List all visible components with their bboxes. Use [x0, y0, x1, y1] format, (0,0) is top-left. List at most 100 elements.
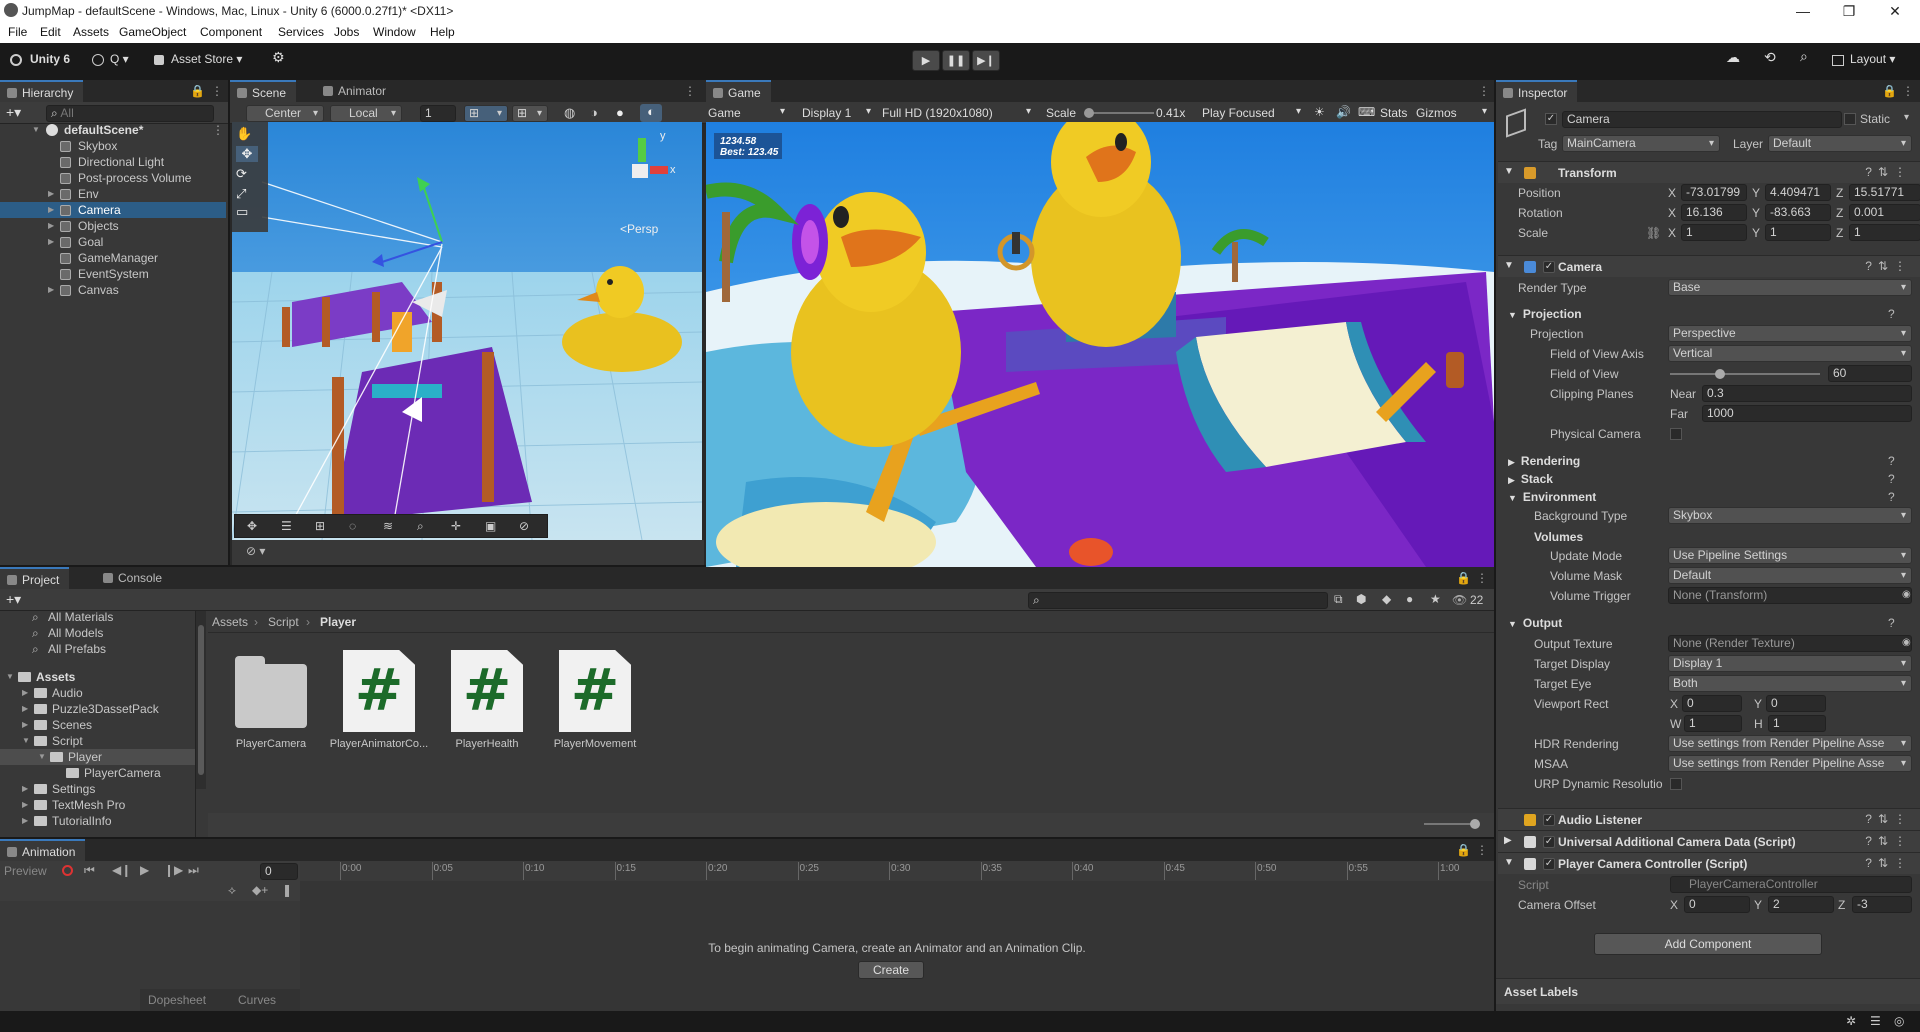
- gizmo-y-axis[interactable]: [638, 138, 646, 162]
- scene-more-icon[interactable]: ⋮: [684, 84, 696, 98]
- record-icon[interactable]: [62, 865, 73, 876]
- shortcuts-icon[interactable]: ⌨: [1358, 105, 1375, 119]
- debug-icon[interactable]: ✲: [1846, 1014, 1856, 1028]
- offset-x-field[interactable]: 0: [1684, 896, 1750, 913]
- unity-version-button[interactable]: Unity 6: [30, 52, 70, 66]
- expand-arrow-icon[interactable]: ▶: [48, 282, 54, 298]
- account-icon[interactable]: [92, 54, 104, 66]
- viewport-x-field[interactable]: 0: [1682, 695, 1742, 712]
- scale-slider-handle[interactable]: [1084, 108, 1094, 118]
- resolution-dropdown[interactable]: Full HD (1920x1080): [882, 106, 993, 120]
- hierarchy-item[interactable]: ▶ Camera: [0, 202, 226, 218]
- player-camera-header[interactable]: ▼ ✓ Player Camera Controller (Script) ?⇅…: [1498, 852, 1920, 874]
- breadcrumb-script[interactable]: Script: [268, 615, 299, 629]
- favorite-item[interactable]: ⌕ All Models: [0, 625, 195, 641]
- favorite-item[interactable]: ⌕ All Materials: [0, 611, 195, 625]
- component-actions-icon[interactable]: ?⇅⋮: [1865, 834, 1912, 848]
- animation-more-icon[interactable]: ⋮: [1476, 843, 1488, 857]
- fold-arrow-icon[interactable]: ▼: [1508, 619, 1517, 629]
- overlay-move-icon[interactable]: ✥: [247, 519, 257, 533]
- mute-audio-icon[interactable]: ☀: [1314, 105, 1325, 119]
- close-button[interactable]: ✕: [1872, 0, 1918, 22]
- asset-playercamera-folder[interactable]: PlayerCamera: [216, 650, 326, 750]
- perspective-label[interactable]: <Persp: [620, 222, 658, 236]
- urp-camera-data-checkbox[interactable]: ✓: [1543, 836, 1555, 848]
- rect-tool-icon[interactable]: ▭: [236, 204, 248, 220]
- scene-menu-icon[interactable]: ⋮: [212, 122, 224, 138]
- play-focused-dropdown[interactable]: Play Focused: [1202, 106, 1275, 120]
- menu-assets[interactable]: Assets: [73, 25, 109, 39]
- help-icon[interactable]: ?: [1888, 472, 1895, 486]
- viewport-w-field[interactable]: 1: [1684, 715, 1742, 732]
- position-z-field[interactable]: 15.51771: [1849, 184, 1920, 201]
- pause-button[interactable]: ❚❚: [942, 50, 970, 71]
- project-lock-icon[interactable]: 🔒: [1456, 571, 1471, 585]
- environment-section[interactable]: ▼ Environment?: [1508, 490, 1895, 504]
- scene-row[interactable]: ▼ defaultScene* ⋮: [0, 122, 226, 138]
- viewport-y-field[interactable]: 0: [1766, 695, 1826, 712]
- urp-dynamic-resolution-checkbox[interactable]: [1670, 778, 1682, 790]
- rotation-z-field[interactable]: 0.001: [1849, 204, 1920, 221]
- play-button[interactable]: ▶: [912, 50, 940, 71]
- overlay-settings-icon[interactable]: ☰: [281, 519, 292, 533]
- tab-project[interactable]: Project: [0, 567, 70, 589]
- progress-icon[interactable]: ☰: [1870, 1014, 1881, 1028]
- favorite-item[interactable]: ⌕ All Prefabs: [0, 641, 195, 657]
- link-icon[interactable]: ⛓: [1646, 226, 1661, 240]
- position-y-field[interactable]: 4.409471: [1765, 184, 1831, 201]
- render-type-dropdown[interactable]: Base: [1668, 279, 1912, 296]
- volume-mask-dropdown[interactable]: Default: [1668, 567, 1912, 584]
- space-dropdown[interactable]: Local: [330, 105, 402, 122]
- fov-axis-dropdown[interactable]: Vertical: [1668, 345, 1912, 362]
- favorite-icon[interactable]: ★: [1430, 592, 1441, 606]
- expand-arrow-icon[interactable]: ▼: [6, 669, 14, 685]
- project-tree-item[interactable]: ▶ Scenes: [0, 717, 195, 733]
- active-checkbox[interactable]: ✓: [1545, 113, 1557, 125]
- component-actions-icon[interactable]: ?⇅⋮: [1865, 259, 1912, 273]
- fold-arrow-icon[interactable]: ▶: [1508, 457, 1515, 467]
- target-eye-dropdown[interactable]: Both: [1668, 675, 1912, 692]
- overlay-grid-icon[interactable]: ⊞: [315, 519, 325, 533]
- msaa-dropdown[interactable]: Use settings from Render Pipeline Asse: [1668, 755, 1912, 772]
- help-icon[interactable]: ?: [1888, 490, 1895, 504]
- expand-arrow-icon[interactable]: ▶: [22, 797, 28, 813]
- stack-section[interactable]: ▶ Stack?: [1508, 472, 1895, 486]
- minimize-button[interactable]: —: [1780, 0, 1826, 22]
- fold-arrow-icon[interactable]: ▼: [1504, 260, 1514, 271]
- menu-component[interactable]: Component: [200, 25, 262, 39]
- project-tree-item[interactable]: ▶ Settings: [0, 781, 195, 797]
- offset-z-field[interactable]: -3: [1852, 896, 1912, 913]
- preview-button[interactable]: Preview: [4, 864, 47, 878]
- fov-field[interactable]: 60: [1828, 365, 1912, 382]
- add-event-icon[interactable]: ❚: [282, 883, 292, 897]
- cloud-gear-icon[interactable]: ⚙: [272, 49, 285, 66]
- project-tree-item[interactable]: ▼ Script: [0, 733, 195, 749]
- tab-animator[interactable]: Animator: [316, 80, 396, 102]
- game-viewport[interactable]: 1234.58 Best: 123.45: [706, 122, 1494, 567]
- help-icon[interactable]: ?: [1888, 616, 1895, 630]
- inspector-lock-icon[interactable]: 🔒: [1882, 84, 1897, 98]
- hierarchy-item[interactable]: Post-process Volume: [0, 170, 226, 186]
- icon-size-slider-handle[interactable]: [1470, 819, 1480, 829]
- tab-hierarchy[interactable]: Hierarchy: [0, 80, 84, 102]
- breadcrumb-player[interactable]: Player: [320, 615, 356, 629]
- search-by-type-icon[interactable]: ⧉: [1334, 592, 1343, 607]
- project-tree-item[interactable]: ▶ TutorialInfo: [0, 813, 195, 829]
- update-mode-dropdown[interactable]: Use Pipeline Settings: [1668, 547, 1912, 564]
- static-checkbox[interactable]: [1844, 113, 1856, 125]
- fold-arrow-icon[interactable]: ▶: [1504, 835, 1512, 846]
- gizmo-x-axis[interactable]: [650, 166, 668, 174]
- pivot-dropdown[interactable]: Center: [246, 105, 324, 122]
- expand-arrow-icon[interactable]: ▶: [22, 781, 28, 797]
- transform-header[interactable]: ▼ Transform ?⇅⋮: [1498, 161, 1920, 183]
- tab-inspector[interactable]: Inspector: [1496, 80, 1578, 102]
- near-field[interactable]: 0.3: [1702, 385, 1912, 402]
- component-actions-icon[interactable]: ?⇅⋮: [1865, 812, 1912, 826]
- project-more-icon[interactable]: ⋮: [1476, 571, 1488, 585]
- search-icon[interactable]: ⌕: [1800, 48, 1808, 65]
- asset-playerhealth-script[interactable]: # PlayerHealth: [432, 650, 542, 750]
- expand-arrow-icon[interactable]: ▶: [48, 186, 54, 202]
- menu-gameobject[interactable]: GameObject: [119, 25, 186, 39]
- camera-enabled-checkbox[interactable]: ✓: [1543, 261, 1555, 273]
- expand-arrow-icon[interactable]: ▼: [22, 733, 30, 749]
